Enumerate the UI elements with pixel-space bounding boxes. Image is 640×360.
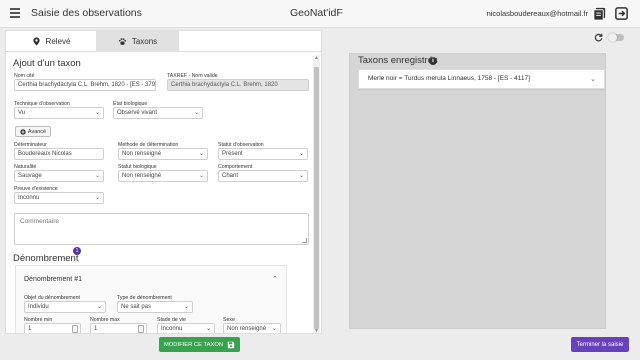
methode-det-value: Non renseigné [122, 151, 162, 157]
toggle-knob [608, 33, 617, 42]
modifier-taxon-label: MODIFIER CE TAXON [163, 341, 224, 348]
sexe-select[interactable]: Non renseigné ⌄ [223, 323, 281, 333]
chevron-down-icon: ⌄ [193, 110, 199, 116]
preuve-value: Inconnu [18, 195, 40, 201]
technique-select[interactable]: Vu ⌄ [14, 107, 104, 119]
tab-releve[interactable]: Relevé [6, 31, 96, 52]
objet-select[interactable]: Individu ⌄ [24, 301, 106, 313]
chevron-down-icon: ⌄ [183, 304, 189, 310]
determinateur-input[interactable]: Boudereaux Nicolas [14, 148, 104, 160]
chevron-down-icon: ⌄ [198, 173, 204, 179]
nom-cite-input[interactable]: Certhia brachydactyla C.L. Brehm, 1820 -… [14, 79, 156, 91]
paw-icon [118, 38, 126, 45]
etat-bio-value: Observé vivant [117, 110, 158, 116]
app-title: Saisie des observations [31, 7, 142, 19]
denombrement-title: Dénombrement [13, 253, 79, 264]
nombre-max-value: 1 [94, 326, 98, 332]
statut-obs-value: Présent [222, 151, 243, 157]
type-denombrement-select[interactable]: Ne sait pas ⌄ [117, 301, 193, 313]
notebook-icon[interactable] [592, 6, 607, 21]
denombrement-card: Dénombrement #1 ⌃ Objet du dénombrement … [15, 265, 287, 333]
toggle-switch[interactable] [608, 33, 624, 42]
comportement-value: Chant [222, 173, 239, 179]
taxons-list-panel [349, 53, 606, 329]
tab-releve-label: Relevé [45, 37, 71, 46]
map-marker-icon [32, 37, 40, 46]
chevron-down-icon: ⌄ [205, 326, 211, 332]
info-icon[interactable]: i [429, 57, 437, 65]
chevron-up-icon[interactable]: ⌃ [272, 275, 278, 283]
site-title: GeoNat'idF [290, 7, 343, 19]
refresh-icon[interactable] [594, 33, 603, 42]
commentaire-textarea[interactable]: Commentaire [14, 213, 309, 245]
menu-icon[interactable] [10, 8, 20, 18]
chevron-down-icon: ⌄ [94, 173, 100, 179]
tab-bar: Relevé Taxons [6, 31, 321, 52]
scroll-up-icon[interactable]: ▲ [314, 56, 319, 61]
logout-icon[interactable] [614, 6, 629, 21]
taxons-enregistres-title: Taxons enregistrés [358, 55, 438, 66]
etat-bio-select[interactable]: Observé vivant ⌄ [113, 107, 203, 119]
chevron-down-icon: ⌄ [198, 151, 204, 157]
stade-select[interactable]: Inconnu ⌄ [157, 323, 215, 333]
top-bar: Saisie des observations GeoNat'idF nicol… [0, 0, 640, 28]
nombre-min-input[interactable]: 1 [24, 323, 81, 333]
statut-bio-value: Non renseigné [122, 173, 162, 179]
tab-taxons-label: Taxons [131, 37, 158, 46]
modifier-taxon-button[interactable]: MODIFIER CE TAXON [159, 337, 240, 352]
statut-obs-select[interactable]: Présent ⌄ [218, 148, 308, 160]
form-scroll-area[interactable]: Ajout d'un taxon Nom cité Certhia brachy… [6, 53, 313, 333]
naturalite-value: Sauvage [18, 173, 42, 179]
denombrement-card-title: Dénombrement #1 [24, 276, 82, 283]
chevron-down-icon: ⌄ [94, 110, 100, 116]
terminer-saisie-label: Terminer la saisie [576, 341, 624, 348]
naturalite-select[interactable]: Sauvage ⌄ [14, 170, 104, 182]
nombre-min-value: 1 [28, 326, 32, 332]
taxon-item-text: Merle noir = Turdus merula Linnaeus, 175… [368, 75, 530, 82]
chevron-down-icon: ⌄ [298, 151, 304, 157]
terminer-saisie-button[interactable]: Terminer la saisie [571, 337, 629, 352]
objet-value: Individu [28, 304, 49, 310]
chevron-down-icon: ⌄ [271, 326, 277, 332]
chevron-down-icon: ⌄ [94, 195, 100, 201]
commentaire-placeholder: Commentaire [20, 218, 60, 225]
section-title-ajout-taxon: Ajout d'un taxon [13, 58, 81, 69]
stepper-icon[interactable] [72, 325, 78, 333]
avance-button[interactable]: Avancé [15, 126, 51, 137]
stade-value: Inconnu [161, 326, 183, 332]
sexe-value: Non renseigné [227, 326, 267, 332]
form-scrollbar-thumb[interactable] [314, 67, 319, 329]
technique-value: Vu [18, 110, 26, 116]
chevron-down-icon: ⌄ [298, 173, 304, 179]
statut-bio-select[interactable]: Non renseigné ⌄ [118, 170, 208, 182]
nombre-max-input[interactable]: 1 [90, 323, 147, 333]
chevron-down-icon: ⌄ [96, 304, 102, 310]
scroll-down-icon[interactable]: ▼ [314, 329, 319, 334]
resize-handle[interactable] [302, 238, 307, 243]
avance-label: Avancé [27, 128, 47, 135]
user-email: nicolasboudereaux@hotmail.fr [486, 9, 588, 18]
type-denombrement-value: Ne sait pas [121, 304, 152, 310]
taxon-list-item[interactable]: Merle noir = Turdus merula Linnaeus, 175… [358, 69, 605, 89]
chevron-down-icon[interactable]: ⌄ [590, 75, 596, 83]
comportement-select[interactable]: Chant ⌄ [218, 170, 308, 182]
save-icon [227, 341, 235, 348]
preuve-select[interactable]: Inconnu ⌄ [14, 192, 104, 204]
tab-taxons[interactable]: Taxons [96, 31, 179, 52]
denombrement-count-badge: 1 [73, 247, 81, 255]
stepper-icon[interactable] [138, 325, 144, 333]
observation-form-panel: Relevé Taxons Ajout d'un taxon Nom cité … [5, 30, 322, 334]
plus-circle-icon [20, 128, 26, 135]
nom-valide-field: Certhia brachydactyla C.L. Brehm, 1820 [167, 79, 309, 91]
methode-det-select[interactable]: Non renseigné ⌄ [118, 148, 208, 160]
